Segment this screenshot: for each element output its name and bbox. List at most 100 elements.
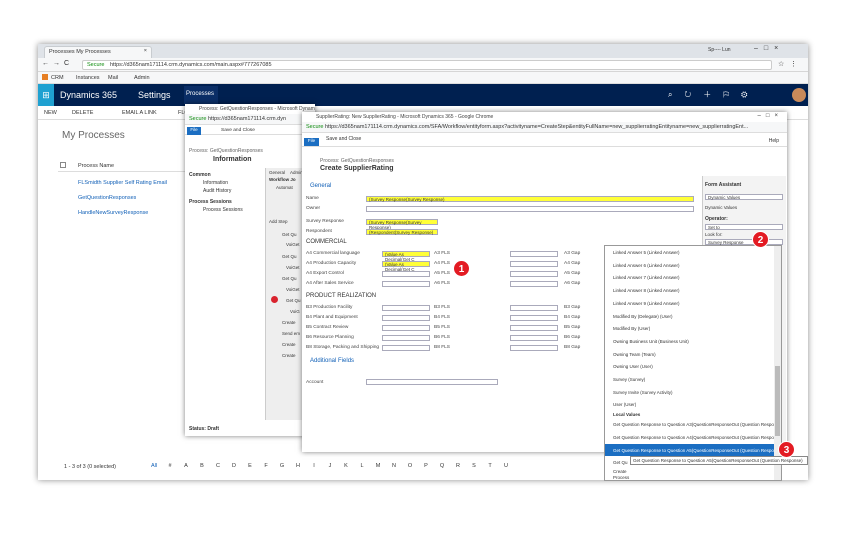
section-label[interactable]: Processes [186,91,214,97]
step-item[interactable]: Get Qu [282,276,297,281]
help-button[interactable]: Help [769,138,779,144]
dropdown-option[interactable]: Linked Answer 9 (Linked Answer) [605,297,775,309]
fls-input[interactable] [510,315,558,321]
area-label[interactable]: Settings [138,90,171,100]
general-section[interactable]: General [310,183,331,189]
bookmark-mail[interactable]: Mail [108,75,118,81]
alpha-item[interactable]: T [482,463,498,469]
window-controls[interactable]: –□× [758,113,783,119]
fls-input[interactable] [510,335,558,341]
dropdown-option[interactable]: Survey Invite (Survey Activity) [605,386,775,398]
step-item[interactable]: VoiGet [286,265,300,270]
name-field[interactable]: (Survey Response(Survey Response) [366,196,694,202]
alpha-item[interactable]: K [338,463,354,469]
alpha-item[interactable]: H [290,463,306,469]
survey-field[interactable]: (Survey Response(Survey Response) [366,219,438,230]
app-name[interactable]: Dynamics 365 [60,90,117,100]
field-input[interactable] [382,325,430,331]
alpha-item[interactable]: G [274,463,290,469]
nav-process-sessions[interactable]: Process Sessions [203,207,243,213]
grid-row-2[interactable]: GetQuestionResponses [78,195,136,201]
alpha-item[interactable]: J [322,463,338,469]
alpha-item[interactable]: S [466,463,482,469]
dynamic-values-select[interactable]: Dynamic Values [705,194,783,200]
alpha-item[interactable]: P [418,463,434,469]
fls-input[interactable] [510,271,558,277]
file-button[interactable]: File [304,138,319,146]
field-input[interactable]: (Value As Decimal(Get C [382,251,430,262]
owner-field[interactable] [366,206,694,212]
alpha-item[interactable]: Q [434,463,450,469]
dropdown-option[interactable]: Owning User (User) [605,360,775,372]
nav-buttons-icon[interactable]: ←→C [42,60,73,67]
avatar[interactable] [792,88,806,102]
alpha-item[interactable]: U [498,463,514,469]
field-input[interactable] [382,335,430,341]
additional-fields-section[interactable]: Additional Fields [310,358,354,364]
nav-information[interactable]: Information [203,180,228,186]
star-icon[interactable]: ☆ [778,60,784,68]
alpha-item[interactable]: L [354,463,370,469]
bookmark-instances[interactable]: Instances [76,75,100,81]
operator-select[interactable]: Set to [705,224,783,230]
create-url-bar[interactable]: Secure https://d365nam171114.crm.dynamic… [302,122,787,133]
alpha-item[interactable]: R [450,463,466,469]
menu-icon[interactable]: ⋮ [790,60,797,68]
window-controls[interactable]: –□× [754,45,784,52]
header-icons[interactable]: ⌕↻＋⚐⚙ [668,89,760,100]
dropdown-option[interactable]: Linked Answer 8 (Linked Answer) [605,284,775,296]
grid-row-1[interactable]: FLSmidth Supplier Self Rating Email [78,180,167,186]
dropdown-option[interactable]: Linked Answer 6 (Linked Answer) [605,259,775,271]
alpha-item[interactable]: N [386,463,402,469]
alpha-all[interactable]: All [146,463,162,469]
alpha-item[interactable]: A [178,463,194,469]
field-input[interactable] [382,315,430,321]
field-input[interactable] [382,271,430,277]
step-item[interactable]: Create [282,353,296,358]
save-close-button[interactable]: Save and Close [221,128,255,133]
nav-audit-history[interactable]: Audit History [203,188,231,194]
alpha-item[interactable]: D [226,463,242,469]
alpha-item[interactable]: C [210,463,226,469]
dropdown-option[interactable]: Linked Answer 5 (Linked Answer) [605,246,775,258]
step-item[interactable]: Create [282,320,296,325]
step-item[interactable]: VoiG [290,309,300,314]
step-item[interactable]: Send em [282,331,300,336]
field-input[interactable] [382,305,430,311]
step-item[interactable]: Get Qu [282,232,297,237]
alpha-item[interactable]: B [194,463,210,469]
dropdown-option[interactable]: Survey (Survey) [605,373,775,385]
email-link-button[interactable]: EMAIL A LINK [122,110,157,116]
save-close-button[interactable]: Save and Close [326,136,361,142]
dropdown-option[interactable]: Linked Answer 7 (Linked Answer) [605,271,775,283]
dropdown-option[interactable]: Owning Business Unit (Business Unit) [605,335,775,347]
step-item[interactable]: VoiGet [286,287,300,292]
dropdown-option-selected[interactable]: Get Question Response to Question A5(Que… [605,444,775,456]
dropdown-option[interactable]: Process [605,471,775,480]
step-item[interactable]: Get Qu [282,254,297,259]
fls-input[interactable] [510,251,558,257]
tab-close-icon[interactable]: × [144,48,147,54]
step-item[interactable]: Create [282,342,296,347]
fls-input[interactable] [510,305,558,311]
alpha-item[interactable]: E [242,463,258,469]
dropdown-option[interactable]: Get Question Response to Question A3(Que… [605,418,775,430]
alpha-item[interactable]: I [306,463,322,469]
fls-input[interactable] [510,281,558,287]
file-button[interactable]: File [187,127,201,135]
alpha-item[interactable]: M [370,463,386,469]
respondent-field[interactable]: (Respondent(Survey Response) [366,229,438,235]
fls-input[interactable] [510,261,558,267]
grid-row-3[interactable]: HandleNewSurveyResponse [78,210,148,216]
field-input[interactable] [382,345,430,351]
bookmark-admin[interactable]: Admin [134,75,150,81]
tab-general[interactable]: General [269,170,285,175]
select-all-checkbox[interactable] [60,162,66,168]
dropdown-option[interactable]: Modified By (User) [605,322,775,334]
alpha-item[interactable]: # [162,463,178,469]
dropdown-option[interactable]: Modified By (Delegate) (User) [605,310,775,322]
field-input[interactable] [382,281,430,287]
fls-input[interactable] [510,345,558,351]
dropdown-option[interactable]: Owning Team (Team) [605,348,775,360]
column-header[interactable]: Process Name [78,163,114,169]
